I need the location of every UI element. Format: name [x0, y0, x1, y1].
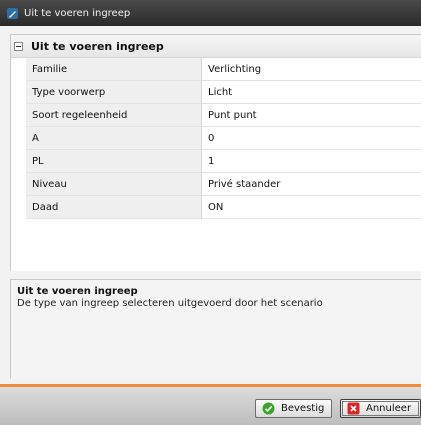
pencil-icon [6, 7, 19, 20]
property-value[interactable]: Privé staander [201, 172, 421, 196]
property-value[interactable]: 0 [201, 126, 421, 150]
confirm-button[interactable]: Bevestig [255, 399, 332, 418]
section-header[interactable]: Uit te voeren ingreep [11, 35, 421, 58]
confirm-label: Bevestig [281, 403, 325, 414]
close-icon [347, 402, 360, 415]
title-bar[interactable]: Uit te voeren ingreep [0, 0, 421, 26]
dialog-window: Uit te voeren ingreep Uit te voeren ingr… [0, 0, 421, 425]
cancel-button[interactable]: Annuleer [340, 399, 421, 418]
table-row[interactable]: Familie Verlichting [26, 58, 421, 81]
collapse-icon[interactable] [14, 41, 23, 51]
table-row[interactable]: Type voorwerp Licht [26, 80, 421, 104]
cancel-label: Annuleer [366, 403, 412, 414]
table-row[interactable]: Soort regeleenheid Punt punt [26, 103, 421, 127]
property-value[interactable]: Punt punt [201, 103, 421, 127]
table-row[interactable]: PL 1 [26, 149, 421, 173]
property-key: A [26, 126, 202, 150]
property-key: Daad [26, 195, 202, 219]
properties-panel: Uit te voeren ingreep Familie Verlichting… [10, 34, 421, 271]
property-key: Niveau [26, 172, 202, 196]
description-title: Uit te voeren ingreep [17, 286, 138, 297]
property-value[interactable]: Licht [201, 80, 421, 104]
table-row[interactable]: A0 [26, 126, 421, 150]
property-value[interactable]: Verlichting [201, 58, 421, 81]
description-panel: Uit te voeren ingreep De type van ingree… [10, 279, 421, 379]
table-row[interactable]: Daad ON [26, 195, 421, 219]
property-key: PL [26, 149, 202, 173]
property-key: Type voorwerp [26, 80, 202, 104]
property-value[interactable]: 1 [201, 149, 421, 173]
section-title: Uit te voeren ingreep [31, 39, 164, 53]
property-key: Soort regeleenheid [26, 103, 202, 127]
window-title: Uit te voeren ingreep [24, 7, 131, 19]
check-icon [262, 402, 275, 415]
property-key: Familie [26, 58, 202, 81]
properties-table: Familie Verlichting Type voorwerp Licht So… [26, 58, 421, 219]
property-value[interactable]: ON [201, 195, 421, 219]
table-row[interactable]: Niveau Privé staander [26, 172, 421, 196]
description-text: De type van ingreep selecteren uitgevoer… [17, 298, 323, 309]
